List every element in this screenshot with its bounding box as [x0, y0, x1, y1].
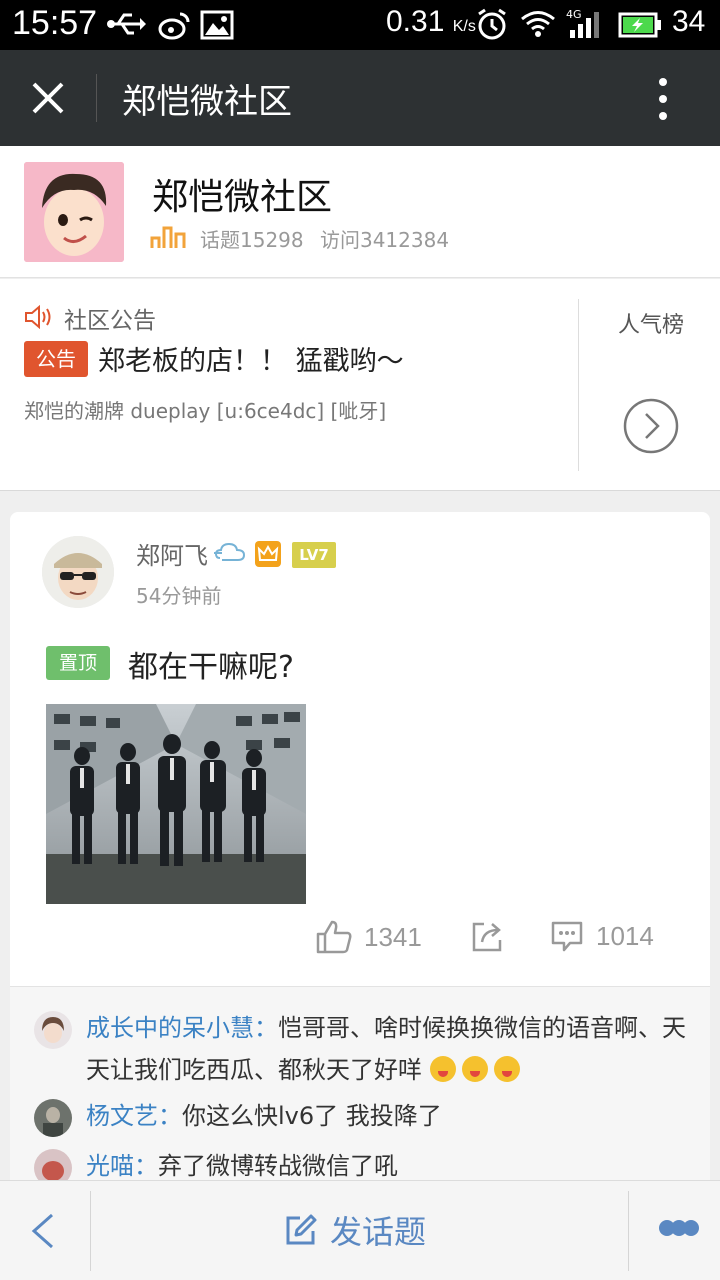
toolbar-divider — [628, 1191, 629, 1271]
tongue-emoji-icon — [461, 1056, 488, 1082]
gallery-icon — [200, 10, 234, 40]
close-icon[interactable] — [26, 76, 70, 120]
community-logo[interactable] — [24, 162, 124, 262]
comment-button[interactable]: 1014 — [550, 920, 654, 952]
post-photo[interactable] — [46, 704, 306, 904]
topics-count: 话题15298 — [200, 228, 304, 252]
crown-icon — [255, 541, 281, 567]
avatar-cartoon-icon — [42, 536, 114, 608]
alarm-icon — [478, 8, 506, 40]
new-topic-label: 发话题 — [330, 1213, 427, 1251]
thumbs-up-icon — [316, 920, 352, 954]
speaker-icon — [25, 305, 51, 329]
author-avatar[interactable] — [42, 536, 114, 608]
post-card[interactable]: 郑阿飞 LV7 54分钟前 置顶 都在干嘛呢? 1341 1014 成长中的呆小… — [10, 512, 710, 1192]
announcement-badge: 公告 — [24, 341, 88, 377]
more-menu-icon[interactable] — [648, 76, 678, 122]
commenter-name[interactable]: 光喵： — [86, 1152, 158, 1180]
signal-icon — [570, 12, 599, 38]
tongue-emoji-icon — [429, 1056, 456, 1082]
announcement-title: 社区公告 — [64, 308, 156, 334]
share-icon — [472, 922, 502, 952]
post-title[interactable]: 都在干嘛呢? — [128, 642, 294, 686]
like-button[interactable]: 1341 — [316, 920, 422, 954]
page-title: 郑恺微社区 — [122, 82, 292, 122]
commenter-avatar[interactable] — [34, 1099, 72, 1137]
chevron-right-circle-icon[interactable] — [622, 397, 680, 455]
visits-count: 访问3412384 — [319, 228, 450, 252]
group-photo-image — [46, 704, 306, 904]
commenter-avatar[interactable] — [34, 1011, 72, 1049]
wifi-icon — [521, 11, 555, 37]
edit-icon — [286, 1214, 317, 1245]
community-stats: 话题15298 访问3412384 — [200, 224, 459, 253]
post-time: 54分钟前 — [136, 584, 222, 608]
comment-count: 1014 — [596, 920, 654, 951]
title-divider — [96, 74, 97, 122]
stats-bars-icon — [150, 226, 186, 248]
author-name[interactable]: 郑阿飞 — [136, 536, 208, 571]
pinned-badge: 置顶 — [46, 646, 110, 680]
announcement-divider — [578, 299, 579, 471]
title-bar: 郑恺微社区 — [0, 50, 720, 146]
weibo-icon — [158, 12, 190, 40]
community-name: 郑恺微社区 — [152, 177, 333, 218]
community-header: 郑恺微社区 话题15298 访问3412384 — [0, 146, 720, 278]
comment-text: 成长中的呆小慧：恺哥哥、啥时候换换微信的语音啊、天天让我们吃西瓜、都秋天了好咩 — [86, 1014, 686, 1084]
cartoon-face-icon — [24, 162, 124, 262]
new-topic-button[interactable]: 发话题 — [284, 1207, 426, 1253]
usb-icon — [107, 13, 146, 35]
status-time: 15:57 — [12, 4, 98, 42]
like-count: 1341 — [364, 921, 422, 952]
toolbar-divider — [90, 1191, 91, 1271]
popularity-rank-label[interactable]: 人气榜 — [618, 307, 684, 339]
post-actions: 1341 1014 — [10, 912, 710, 968]
comment-icon — [551, 921, 583, 952]
announcement-headline[interactable]: 郑老板的店！！ 猛戳哟～ — [98, 339, 404, 378]
avatar-girl-icon — [34, 1011, 72, 1049]
announcement-panel: 社区公告 公告 郑老板的店！！ 猛戳哟～ 郑恺的潮牌 dueplay [u:6c… — [0, 279, 720, 491]
tongue-emoji-icon — [493, 1056, 520, 1082]
avatar-photo-icon — [34, 1099, 72, 1137]
more-options-icon[interactable] — [658, 1217, 700, 1239]
comment-list: 成长中的呆小慧：恺哥哥、啥时候换换微信的语音啊、天天让我们吃西瓜、都秋天了好咩 … — [10, 986, 710, 1192]
comment-text: 杨文艺：你这么快lv6了 我投降了 — [86, 1102, 442, 1130]
commenter-name[interactable]: 成长中的呆小慧： — [86, 1014, 278, 1042]
back-arrow-icon[interactable] — [26, 1211, 60, 1251]
cloud-icon — [214, 542, 246, 561]
battery-level: 34 — [672, 5, 706, 38]
commenter-name[interactable]: 杨文艺： — [86, 1102, 182, 1130]
level-badge: LV7 — [292, 542, 336, 568]
announcement-subtext[interactable]: 郑恺的潮牌 dueplay [u:6ce4dc] [呲牙] — [24, 395, 386, 424]
battery-icon — [618, 12, 661, 38]
status-bar: 15:57 0.31 K/s 4G 34 — [0, 0, 720, 50]
network-speed: 0.31 K/s — [386, 5, 476, 38]
share-button[interactable] — [470, 920, 516, 952]
bottom-toolbar: 发话题 — [0, 1180, 720, 1280]
